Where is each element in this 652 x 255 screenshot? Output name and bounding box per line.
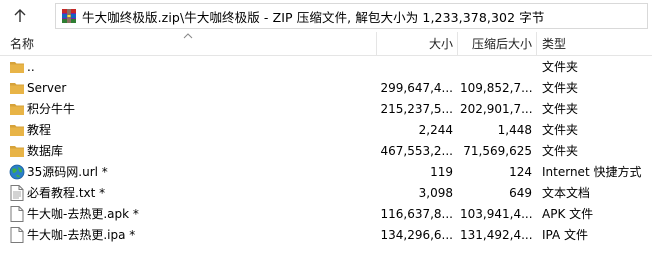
file-name: 牛大咖-去热更.ipa * xyxy=(27,228,136,242)
file-row[interactable]: 教程 2,244 1,448 文件夹 xyxy=(0,120,652,141)
folder-icon xyxy=(9,59,25,75)
file-type: IPA 文件 xyxy=(542,228,589,242)
up-folder-button[interactable] xyxy=(8,4,32,28)
file-name: 数据库 xyxy=(27,144,64,158)
file-size: 116,637,8... xyxy=(380,207,453,221)
file-size: 215,237,5... xyxy=(380,102,453,116)
file-packed-size: 124 xyxy=(509,165,532,179)
file-row[interactable]: 必看教程.txt * 3,098 649 文本文档 xyxy=(0,183,652,204)
file-row[interactable]: 35源码网.url * 119 124 Internet 快捷方式 xyxy=(0,162,652,183)
address-bar: 牛大咖终极版.zip\牛大咖终极版 - ZIP 压缩文件, 解包大小为 1,23… xyxy=(0,0,652,32)
file-size: 119 xyxy=(430,165,453,179)
file-icon xyxy=(9,206,25,222)
file-type: Internet 快捷方式 xyxy=(542,165,642,179)
file-packed-size: 202,901,7... xyxy=(460,102,532,116)
file-size xyxy=(380,57,453,78)
file-row[interactable]: Server 299,647,4... 109,852,7... 文件夹 xyxy=(0,78,652,99)
file-icon xyxy=(9,227,25,243)
file-name: 教程 xyxy=(27,123,52,137)
file-packed-size: 103,941,4... xyxy=(460,207,532,221)
folder-icon xyxy=(9,101,25,117)
file-row[interactable]: 数据库 467,553,2... 71,569,625 文件夹 xyxy=(0,141,652,162)
column-header-packed[interactable]: 压缩后大小 xyxy=(460,32,532,56)
column-divider[interactable] xyxy=(376,32,377,56)
archive-path-field[interactable]: 牛大咖终极版.zip\牛大咖终极版 - ZIP 压缩文件, 解包大小为 1,23… xyxy=(55,3,648,29)
file-row[interactable]: 牛大咖-去热更.ipa * 134,296,6... 131,492,4... IPA… xyxy=(0,225,652,246)
file-type: 文件夹 xyxy=(542,60,579,74)
column-divider[interactable] xyxy=(536,32,537,56)
file-row[interactable]: 积分牛牛 215,237,5... 202,901,7... 文件夹 xyxy=(0,99,652,120)
archive-path-text: 牛大咖终极版.zip\牛大咖终极版 - ZIP 压缩文件, 解包大小为 1,23… xyxy=(82,9,545,25)
file-size: 467,553,2... xyxy=(380,144,453,158)
file-type: APK 文件 xyxy=(542,207,594,221)
file-type: 文件夹 xyxy=(542,102,579,116)
file-size: 3,098 xyxy=(418,186,453,200)
file-name: .. xyxy=(27,60,35,74)
file-list: .. 文件夹 Server 299,647,4... 109,852,7... 文件夹 积分… xyxy=(0,57,652,246)
file-packed-size: 109,852,7... xyxy=(460,81,532,95)
file-size: 299,647,4... xyxy=(380,81,453,95)
file-type: 文件夹 xyxy=(542,144,579,158)
winrar-archive-icon xyxy=(62,9,76,23)
folder-icon xyxy=(9,80,25,96)
sort-ascending-icon xyxy=(183,33,193,39)
up-arrow-icon xyxy=(14,9,26,22)
file-name: 牛大咖-去热更.apk * xyxy=(27,207,139,221)
internet-shortcut-icon xyxy=(9,164,25,180)
file-name: Server xyxy=(27,81,67,95)
column-header-name[interactable]: 名称 xyxy=(10,32,34,56)
column-header-size[interactable]: 大小 xyxy=(380,32,453,56)
file-size: 134,296,6... xyxy=(380,228,453,242)
file-packed-size: 131,492,4... xyxy=(460,228,532,242)
folder-icon xyxy=(9,122,25,138)
file-type: 文件夹 xyxy=(542,81,579,95)
file-row[interactable]: 牛大咖-去热更.apk * 116,637,8... 103,941,4... APK… xyxy=(0,204,652,225)
folder-icon xyxy=(9,143,25,159)
file-list-header: 名称 大小 压缩后大小 类型 xyxy=(0,32,652,56)
file-size: 2,244 xyxy=(418,123,453,137)
file-name: 积分牛牛 xyxy=(27,102,76,116)
file-row[interactable]: .. 文件夹 xyxy=(0,57,652,78)
file-name: 35源码网.url * xyxy=(27,165,108,179)
file-packed-size: 71,569,625 xyxy=(463,144,532,158)
file-type: 文本文档 xyxy=(542,186,591,200)
column-divider[interactable] xyxy=(457,32,458,56)
column-header-type[interactable]: 类型 xyxy=(542,32,566,56)
file-type: 文件夹 xyxy=(542,123,579,137)
file-name: 必看教程.txt * xyxy=(27,186,106,200)
file-packed-size xyxy=(460,57,532,78)
text-file-icon xyxy=(9,185,25,201)
file-packed-size: 1,448 xyxy=(497,123,532,137)
file-packed-size: 649 xyxy=(509,186,532,200)
